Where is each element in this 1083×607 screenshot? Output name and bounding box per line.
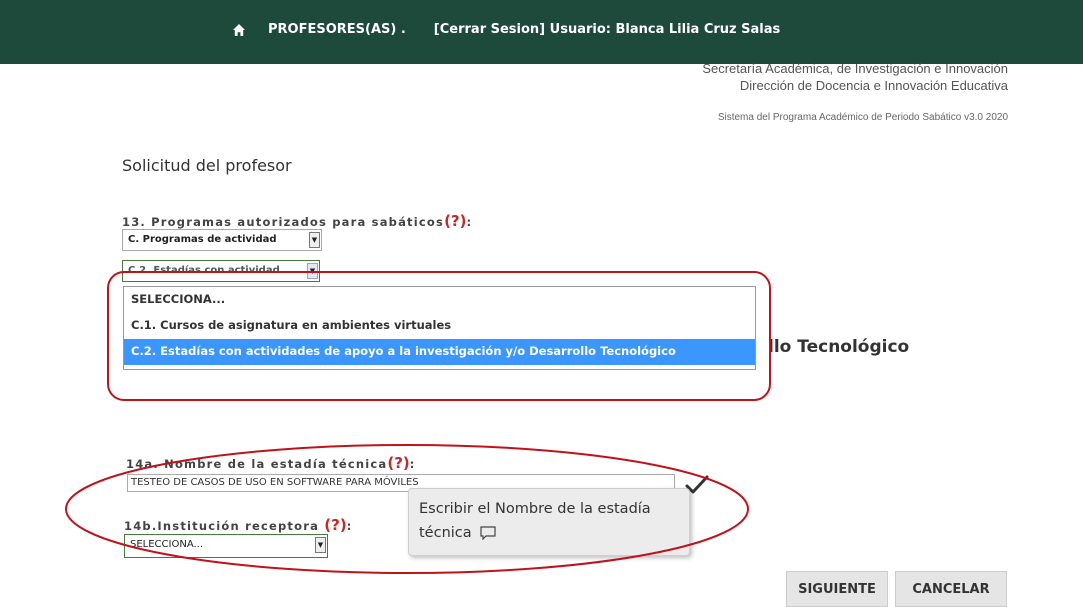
q14b-label: 14b.Institución receptora (?):	[124, 516, 353, 534]
program-heading-partial: llo Tecnológico	[768, 337, 910, 357]
q14a-help-link[interactable]: (?)	[387, 454, 409, 472]
institution-select-value: SELECCIONA...	[130, 539, 204, 550]
dropdown-option-selecciona[interactable]: SELECCIONA...	[124, 287, 755, 313]
q13-help-link[interactable]: (?)	[444, 212, 466, 230]
header-secretaria: Secretaría Académica, de Investigación e…	[702, 61, 1008, 76]
page-title: Solicitud del profesor	[122, 156, 292, 175]
chevron-down-icon: ▼	[315, 537, 326, 553]
comment-icon	[480, 526, 496, 540]
next-button[interactable]: SIGUIENTE	[786, 571, 888, 607]
program-select-value: C. Programas de actividad	[128, 234, 277, 245]
chevron-down-icon: ▼	[309, 232, 320, 248]
stay-name-tooltip: Escribir el Nombre de la estadía técnica	[408, 488, 690, 556]
q14a-label: 14a. Nombre de la estadía técnica(?):	[126, 454, 416, 472]
chevron-down-icon: ▼	[307, 263, 318, 279]
nav-inner: PROFESORES(AS) . [Cerrar Sesion] Usuario…	[232, 22, 780, 37]
dropdown-option-c1[interactable]: C.1. Cursos de asignatura en ambientes v…	[124, 313, 755, 339]
cancel-button[interactable]: CANCELAR	[895, 571, 1007, 607]
home-icon[interactable]	[232, 23, 246, 37]
institution-select[interactable]: SELECCIONA... ▼	[124, 534, 328, 558]
q14b-label-text: 14b.Institución receptora	[124, 519, 320, 533]
subprogram-select-value: C.2. Estadías con actividad	[128, 265, 280, 276]
tooltip-text: Escribir el Nombre de la estadía técnica	[419, 501, 651, 541]
q14b-help-link[interactable]: (?)	[324, 516, 346, 534]
subprogram-dropdown-list: SELECCIONA... C.1. Cursos de asignatura …	[123, 286, 756, 370]
q13-label-text: 13. Programas autorizados para sabáticos	[122, 215, 445, 229]
subprogram-select[interactable]: C.2. Estadías con actividad ▼	[122, 260, 320, 282]
dropdown-option-c2[interactable]: C.2. Estadías con actividades de apoyo a…	[124, 339, 755, 365]
program-select[interactable]: C. Programas de actividad ▼	[122, 229, 322, 251]
header-system-version: Sistema del Programa Académico de Period…	[717, 112, 1008, 123]
top-navbar: PROFESORES(AS) . [Cerrar Sesion] Usuario…	[0, 0, 1083, 64]
header-direccion: Dirección de Docencia e Innovación Educa…	[739, 78, 1008, 93]
nav-session-link[interactable]: [Cerrar Sesion] Usuario: Blanca Lilia Cr…	[434, 22, 780, 37]
q14a-label-text: 14a. Nombre de la estadía técnica	[126, 457, 388, 471]
q13-label: 13. Programas autorizados para sabáticos…	[122, 212, 473, 230]
nav-professors-menu[interactable]: PROFESORES(AS) .	[268, 22, 406, 37]
